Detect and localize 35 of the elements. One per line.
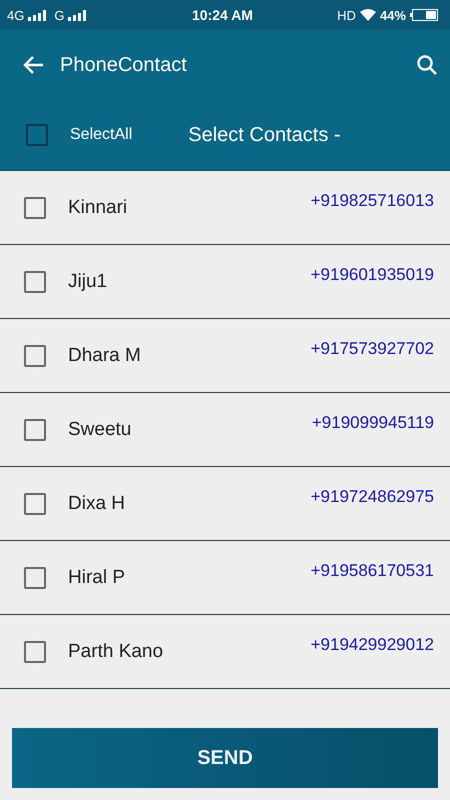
wifi-icon (360, 9, 376, 21)
contact-phone: +917573927702 (310, 339, 434, 359)
battery-icon (410, 9, 438, 21)
select-contacts-title: Select Contacts - (188, 124, 341, 146)
contact-checkbox[interactable] (24, 270, 46, 292)
contact-name: Jiju1 (68, 270, 108, 292)
contact-name: Sweetu (68, 418, 132, 440)
contact-name: Parth Kano (68, 640, 164, 662)
contact-phone: +919586170531 (310, 561, 434, 581)
screen-title: PhoneContact (60, 54, 188, 76)
battery-percent: 44% (380, 8, 406, 22)
contact-name: Kinnari (68, 196, 128, 218)
contact-checkbox[interactable] (24, 196, 46, 218)
contact-name: Dhara M (68, 344, 142, 366)
contact-phone: +919724862975 (310, 487, 434, 507)
contact-phone: +919099945119 (312, 413, 434, 433)
network-label: 4G (7, 8, 24, 22)
back-button[interactable] (22, 55, 44, 75)
send-button[interactable]: SEND (12, 728, 438, 788)
contact-checkbox[interactable] (24, 640, 46, 662)
contact-checkbox[interactable] (24, 566, 46, 588)
contact-phone: +919601935019 (310, 265, 434, 285)
search-button[interactable] (416, 54, 438, 76)
clock: 10:24 AM (192, 7, 253, 23)
contact-phone: +919429929012 (310, 635, 434, 655)
contact-checkbox[interactable] (24, 418, 46, 440)
contact-checkbox[interactable] (24, 344, 46, 366)
hd-label: HD (337, 8, 356, 22)
contact-checkbox[interactable] (24, 492, 46, 514)
network-label: G (54, 8, 64, 22)
contact-name: Dixa H (68, 492, 126, 514)
select-all-checkbox[interactable] (26, 124, 48, 146)
contact-phone: +919825716013 (310, 191, 434, 211)
select-all-label[interactable]: SelectAll (70, 126, 132, 144)
contact-name: Hiral P (68, 566, 126, 588)
